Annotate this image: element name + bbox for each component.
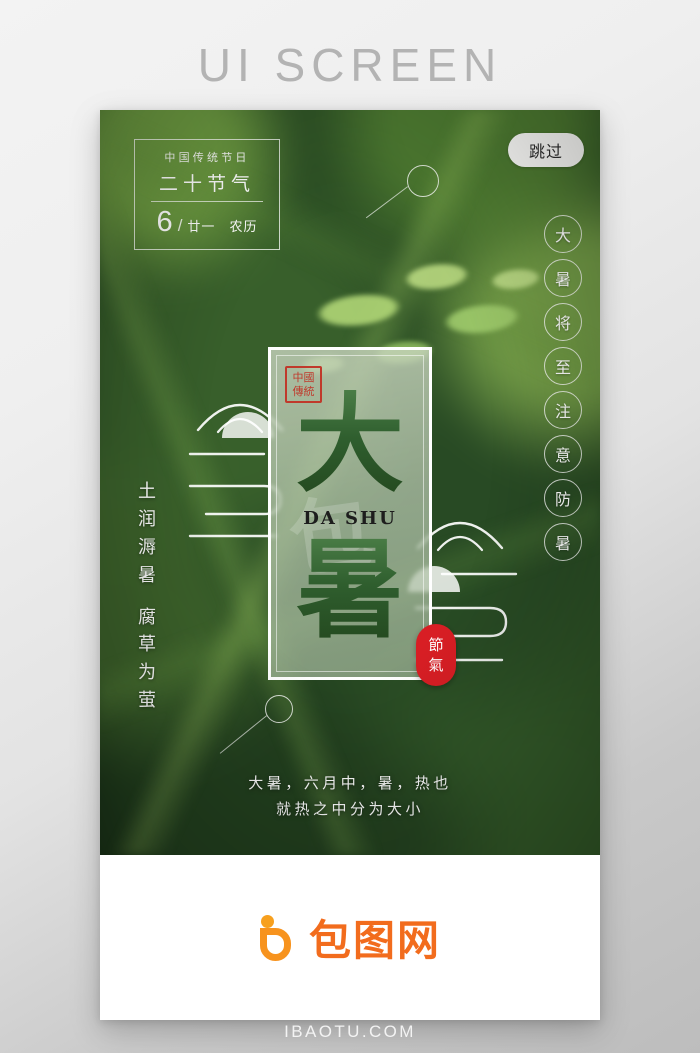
caption-line-1: 大暑，六月中，暑，热也 [248, 774, 452, 792]
solar-terms-label: 二十节气 [158, 174, 255, 195]
solar-term-card: 包 中國 傳統 大 DA SHU 暑 [268, 347, 432, 680]
circle-char: 将 [544, 303, 582, 341]
jieqi-badge: 節 氣 [416, 624, 456, 686]
phone-mockup-frame: 跳过 中国传统节日 二十节气 6 / 廿一 农历 大 暑 将 至 注 意 防 暑 [100, 110, 600, 1020]
phone-footer-logo-area: 包图网 [100, 855, 600, 1020]
skip-button[interactable]: 跳过 [508, 133, 584, 167]
circle-char: 至 [544, 347, 582, 385]
date-box-divider [151, 201, 263, 202]
jieqi-char-top: 節 [428, 636, 444, 654]
jieqi-char-bottom: 氣 [428, 656, 444, 674]
baotu-b-logo-icon [259, 914, 299, 961]
logo-dot [260, 914, 274, 928]
splash-screen: 跳过 中国传统节日 二十节气 6 / 廿一 农历 大 暑 将 至 注 意 防 暑 [100, 110, 600, 855]
logo-bowl [259, 927, 291, 961]
month-number: 6 [156, 206, 174, 238]
circle-char: 注 [544, 391, 582, 429]
logo-text: 包图网 [308, 916, 441, 965]
poem-char: 草 [138, 634, 157, 655]
circle-char: 暑 [544, 259, 582, 297]
left-vertical-poem: 土 润 溽 暑 腐 草 为 萤 [138, 478, 157, 715]
right-circle-char-column: 大 暑 将 至 注 意 防 暑 [544, 215, 582, 561]
poem-char: 萤 [138, 690, 157, 711]
date-slash: / [177, 216, 184, 235]
lunar-day: 廿一 [187, 219, 216, 234]
caption-line-2: 就热之中分为大小 [275, 800, 424, 818]
poem-char: 土 [138, 481, 157, 501]
festival-date-box: 中国传统节日 二十节气 6 / 廿一 农历 [134, 139, 280, 250]
card-glyph-shu: 暑 [271, 536, 429, 644]
circle-char: 意 [544, 435, 582, 473]
lunar-calendar-label: 农历 [229, 219, 258, 234]
card-glyph-da: 大 [271, 390, 429, 498]
page-title: UI SCREEN [197, 39, 503, 91]
circle-char: 暑 [544, 523, 582, 561]
circle-char: 大 [544, 215, 582, 253]
festival-label: 中国传统节日 [164, 152, 250, 164]
date-row: 6 / 廿一 农历 [145, 208, 269, 237]
poem-char: 暑 [138, 564, 157, 585]
poem-char: 溽 [138, 536, 157, 557]
site-watermark: IBAOTU.COM [284, 1022, 416, 1041]
bottom-caption: 大暑，六月中，暑，热也 就热之中分为大小 [100, 771, 600, 824]
circle-char: 防 [544, 479, 582, 517]
card-pinyin: DA SHU [303, 508, 397, 529]
poem-char: 腐 [138, 606, 157, 627]
poem-char: 润 [138, 508, 157, 529]
poem-char: 为 [138, 662, 157, 683]
